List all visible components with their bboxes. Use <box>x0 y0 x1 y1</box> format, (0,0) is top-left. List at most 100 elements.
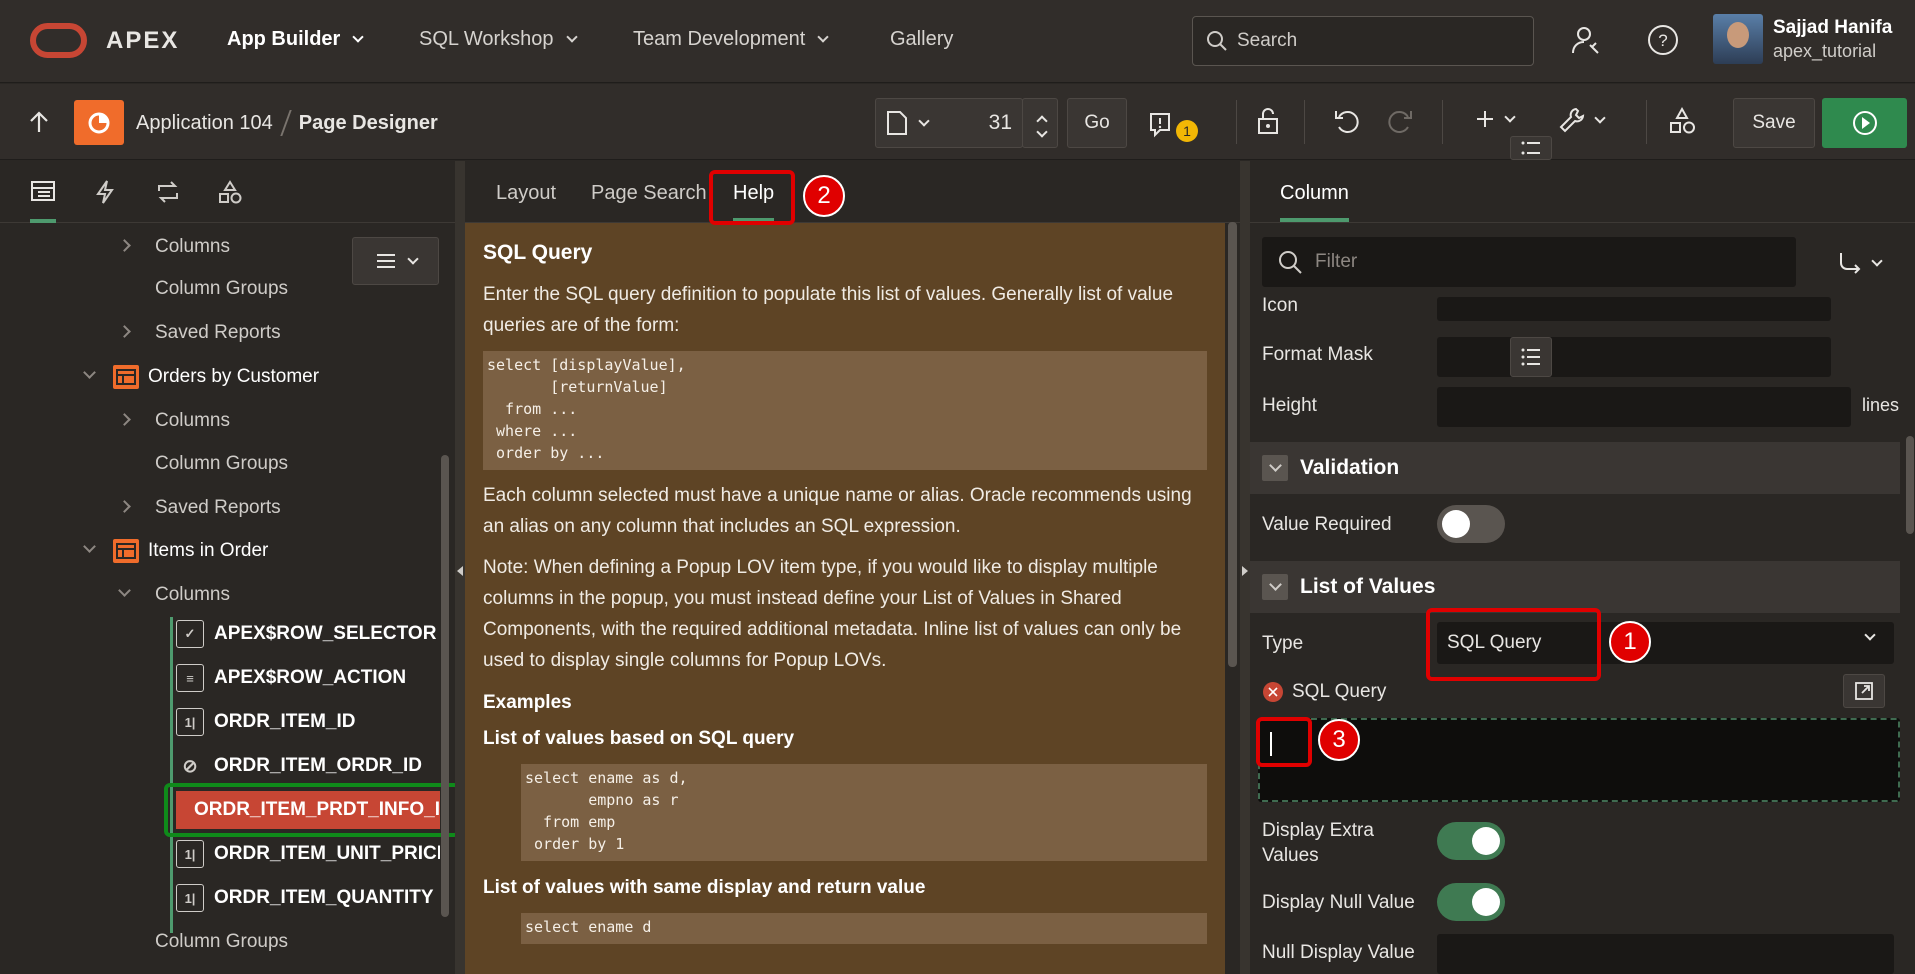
icon-picker-button[interactable] <box>1510 136 1552 160</box>
central-tabs: Layout Page Search Help <box>465 161 1240 223</box>
central-pane: Layout Page Search Help SQL Query Enter … <box>465 161 1240 974</box>
chevron-down-icon <box>406 252 419 265</box>
tree-node-column-groups[interactable]: Column Groups <box>155 925 288 959</box>
help-example1-code: select ename as d, empno as r from emp o… <box>521 764 1207 861</box>
up-arrow-icon[interactable] <box>28 110 50 134</box>
column-item-apex-row-action[interactable]: ≡ APEX$ROW_ACTION <box>176 659 440 697</box>
type-label: Type <box>1262 633 1304 654</box>
display-extra-values-label: Display Extra Values <box>1262 820 1374 866</box>
shapes-icon <box>219 180 242 204</box>
filter-input[interactable]: Filter <box>1262 237 1796 287</box>
left-pane-tabs <box>0 161 455 223</box>
page-number[interactable]: 31 <box>989 111 1012 135</box>
tab-layout[interactable]: Layout <box>496 182 556 205</box>
admin-tools-icon[interactable] <box>1570 23 1604 57</box>
tab-shared-components[interactable] <box>216 179 244 207</box>
tab-processing[interactable] <box>154 179 182 205</box>
value-required-toggle[interactable] <box>1437 505 1505 543</box>
left-splitter[interactable] <box>455 161 465 974</box>
nav-gallery[interactable]: Gallery <box>890 28 953 51</box>
undo-icon[interactable] <box>1331 106 1361 136</box>
list-icon <box>1521 348 1540 366</box>
hidden-eye-icon: ⊘ <box>182 755 198 776</box>
run-page-button[interactable] <box>1822 98 1907 148</box>
interactive-grid-icon <box>113 539 139 563</box>
column-item-ordr-item-id[interactable]: 1| ORDR_ITEM_ID <box>176 703 440 741</box>
sql-query-label-row: SQL Query <box>1262 681 1386 703</box>
brand-label[interactable]: APEX <box>106 27 179 55</box>
list-icon <box>1521 141 1540 155</box>
nav-sql-workshop[interactable]: SQL Workshop <box>419 28 578 51</box>
page-number-stepper[interactable] <box>1022 98 1058 148</box>
chevron-down-icon <box>1864 629 1876 641</box>
annotation-badge-2: 2 <box>803 175 845 217</box>
error-icon <box>1263 682 1283 702</box>
column-item-ordr-item-quantity[interactable]: 1| ORDR_ITEM_QUANTITY <box>176 879 440 917</box>
icon-input[interactable] <box>1437 297 1831 321</box>
tree-node-column-groups[interactable]: Column Groups <box>155 447 288 481</box>
annotation-badge-1: 1 <box>1609 621 1651 663</box>
format-mask-input[interactable] <box>1437 337 1831 377</box>
chevron-up-icon[interactable] <box>1036 114 1048 127</box>
right-splitter[interactable] <box>1240 161 1250 974</box>
null-display-value-input[interactable] <box>1437 934 1894 974</box>
number-field-icon: 1| <box>176 708 204 736</box>
tab-rendering[interactable] <box>30 179 56 223</box>
wrench-icon <box>1559 107 1585 133</box>
height-input[interactable] <box>1437 387 1851 427</box>
page-selector[interactable]: 31 <box>875 98 1023 148</box>
search-icon <box>1279 251 1302 274</box>
help-paragraph-alias: Each column selected must have a unique … <box>483 485 1192 537</box>
user-menu[interactable]: Sajjad Hanifa apex_tutorial <box>1713 14 1892 64</box>
application-icon[interactable] <box>74 100 124 145</box>
column-item-apex-row-selector[interactable]: ✓ APEX$ROW_SELECTOR <box>176 615 440 653</box>
chevron-down-icon <box>352 31 365 43</box>
utilities-menu-button[interactable] <box>1558 106 1606 134</box>
tab-dynamic-actions[interactable] <box>94 179 116 205</box>
shared-components-icon[interactable] <box>1667 106 1697 136</box>
tree-node-saved-reports[interactable]: Saved Reports <box>118 316 281 350</box>
messages-button[interactable]: 1 <box>1148 108 1198 142</box>
property-scrollbar[interactable] <box>1906 436 1914 534</box>
tree-node-items-in-order[interactable]: Items in Order <box>83 534 268 568</box>
column-item-ordr-item-ordr-id[interactable]: ⊘ ORDR_ITEM_ORDR_ID <box>176 747 440 785</box>
value-required-label: Value Required <box>1262 514 1392 535</box>
help-example2-code: select ename d <box>521 913 1207 944</box>
go-to-group-button[interactable] <box>1837 251 1883 275</box>
column-item-ordr-item-unit-price[interactable]: 1| ORDR_ITEM_UNIT_PRICE <box>176 835 440 873</box>
tree-node-saved-reports[interactable]: Saved Reports <box>118 491 281 525</box>
code-editor-button[interactable] <box>1843 674 1885 708</box>
redo-icon <box>1386 106 1416 136</box>
tree-node-column-groups[interactable]: Column Groups <box>155 272 288 306</box>
help-scrollbar[interactable] <box>1228 222 1237 667</box>
go-to-group-icon <box>1840 253 1861 274</box>
go-button[interactable]: Go <box>1067 98 1127 148</box>
tree-menu-button[interactable] <box>352 237 439 285</box>
breadcrumb-application[interactable]: Application 104 <box>136 112 273 135</box>
tree-node-orders-by-customer[interactable]: Orders by Customer <box>83 360 319 394</box>
save-button[interactable]: Save <box>1733 98 1815 148</box>
tree-node-columns-expanded[interactable]: Columns <box>118 578 230 612</box>
display-extra-values-toggle[interactable] <box>1437 822 1505 860</box>
create-menu-button[interactable] <box>1474 108 1516 130</box>
validation-section-header[interactable]: Validation <box>1250 442 1900 494</box>
highlight-selected-column <box>164 783 460 837</box>
help-icon[interactable]: ? <box>1646 23 1680 57</box>
left-scrollbar[interactable] <box>441 455 449 917</box>
nav-team-development[interactable]: Team Development <box>633 28 829 51</box>
list-of-values-section-header[interactable]: List of Values <box>1250 561 1900 613</box>
oracle-logo[interactable] <box>30 23 87 58</box>
interactive-grid-icon <box>113 365 139 389</box>
display-null-value-toggle[interactable] <box>1437 883 1505 921</box>
tree-node-columns[interactable]: Columns <box>118 404 230 438</box>
user-username: apex_tutorial <box>1773 41 1877 61</box>
format-mask-picker-button[interactable] <box>1510 337 1552 377</box>
lock-page-icon[interactable] <box>1253 107 1281 137</box>
chevron-down-icon[interactable] <box>1036 125 1048 138</box>
message-alert-icon <box>1150 113 1170 138</box>
nav-app-builder[interactable]: App Builder <box>227 28 365 51</box>
tab-column[interactable]: Column <box>1280 182 1349 222</box>
tree-node-columns[interactable]: Columns <box>118 230 230 264</box>
tab-page-search[interactable]: Page Search <box>591 182 707 205</box>
search-input[interactable]: Search <box>1192 16 1534 66</box>
